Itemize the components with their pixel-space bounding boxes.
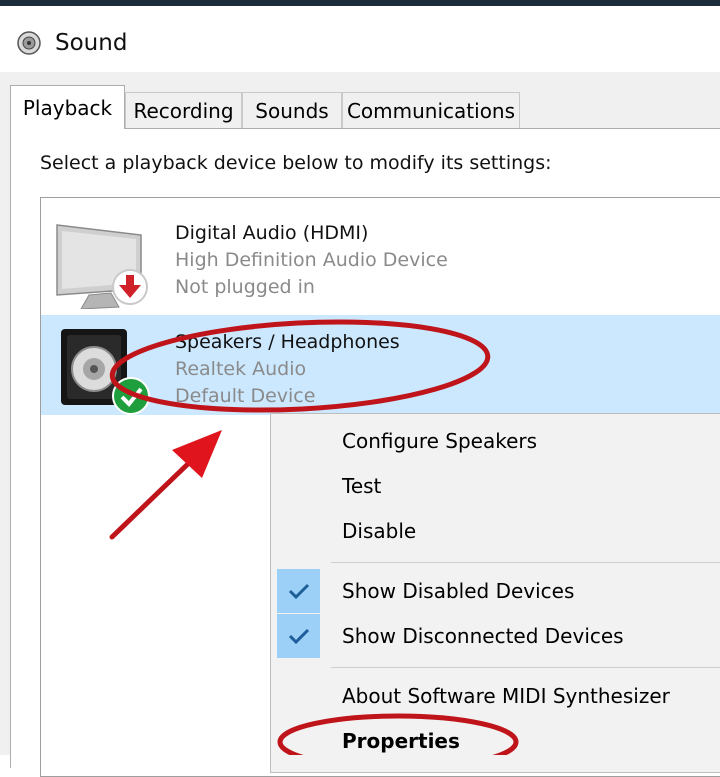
menu-item-about-midi-synthesizer[interactable]: About Software MIDI Synthesizer [342,684,670,708]
tab-playback[interactable]: Playback [10,85,125,129]
menu-item-show-disconnected-devices[interactable]: Show Disconnected Devices [342,624,624,648]
device-name: Speakers / Headphones [175,331,400,353]
menu-item-test[interactable]: Test [342,474,381,498]
tab-communications[interactable]: Communications [342,92,520,128]
unplugged-arrow-icon [112,269,148,305]
menu-separator [331,667,720,668]
device-row-speakers[interactable]: Speakers / Headphones Realtek Audio Defa… [41,315,720,415]
menu-item-properties[interactable]: Properties [342,729,460,753]
speaker-icon [17,31,41,55]
tab-recording[interactable]: Recording [125,92,242,128]
device-driver: High Definition Audio Device [175,249,448,271]
device-name: Digital Audio (HDMI) [175,222,369,244]
default-device-check-icon [112,377,150,415]
menu-item-show-disabled-devices[interactable]: Show Disabled Devices [342,579,574,603]
tab-sounds[interactable]: Sounds [242,92,342,128]
menu-item-disable[interactable]: Disable [342,519,416,543]
menu-item-configure-speakers[interactable]: Configure Speakers [342,429,537,453]
check-icon [277,614,320,658]
device-status: Default Device [175,385,316,407]
instruction-text: Select a playback device below to modify… [40,152,552,174]
device-status: Not plugged in [175,276,315,298]
device-row-hdmi[interactable]: Digital Audio (HDMI) High Definition Aud… [41,205,720,313]
check-icon [277,569,320,613]
window-title: Sound [55,30,128,56]
title-bar: Sound [0,6,720,72]
context-menu: Configure Speakers Test Disable Show Dis… [270,413,720,773]
device-driver: Realtek Audio [175,358,307,380]
menu-separator [331,562,720,563]
